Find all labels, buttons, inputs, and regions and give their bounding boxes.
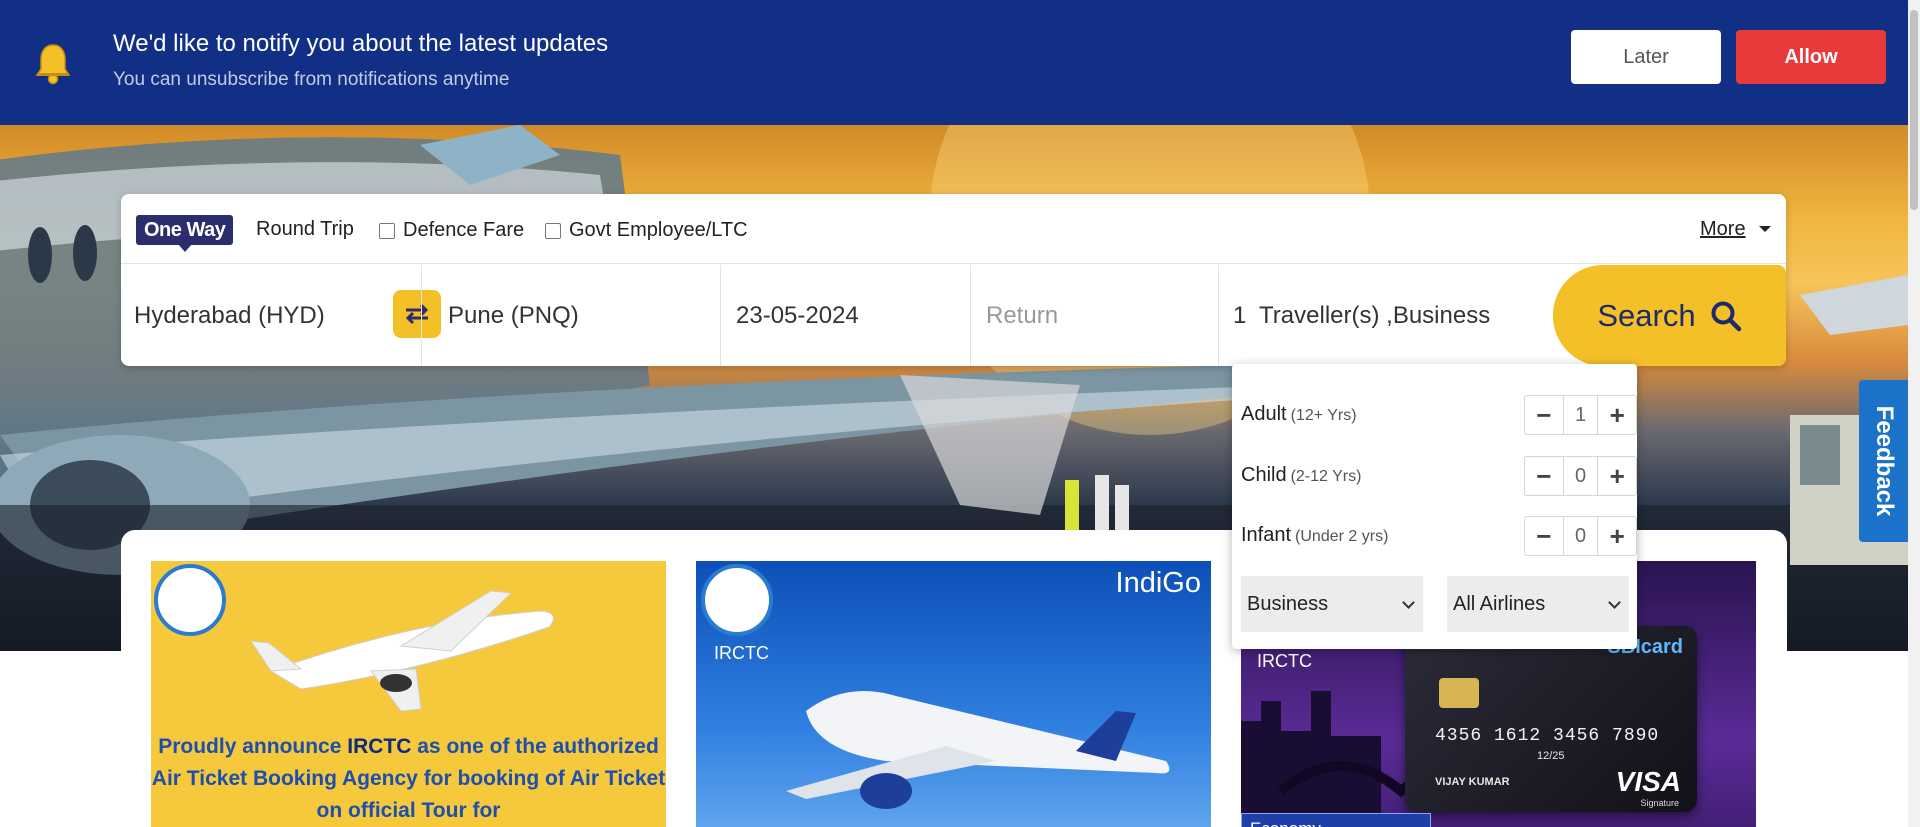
adult-stepper: − 1 + xyxy=(1524,395,1637,435)
later-button[interactable]: Later xyxy=(1571,30,1721,84)
economy-tag: Economy xyxy=(1241,813,1431,827)
depart-date-field[interactable]: 23-05-2024 xyxy=(723,265,971,366)
tab-one-way[interactable]: One Way xyxy=(136,215,234,252)
defence-fare-checkbox[interactable]: Defence Fare xyxy=(379,219,524,242)
cabin-class-select[interactable]: Business xyxy=(1241,576,1423,632)
plus-icon[interactable]: + xyxy=(1598,517,1636,555)
infant-stepper: − 0 + xyxy=(1524,516,1637,556)
field-divider xyxy=(421,265,422,366)
airline-select[interactable]: All Airlines xyxy=(1447,576,1629,632)
scrollbar-thumb[interactable] xyxy=(1910,10,1918,210)
field-divider xyxy=(720,265,721,366)
feedback-label: Feedback xyxy=(1870,405,1898,517)
promo-card-indigo[interactable]: IRCTC IndiGo xyxy=(696,561,1211,827)
adult-count[interactable]: 1 xyxy=(1562,396,1599,434)
chevron-down-icon xyxy=(1608,596,1621,609)
airline-value: All Airlines xyxy=(1453,593,1546,615)
adult-label: Adult xyxy=(1241,403,1287,425)
child-count[interactable]: 0 xyxy=(1562,457,1599,495)
card-expiry: 12/25 xyxy=(1537,750,1565,762)
notification-subtitle: You can unsubscribe from notifications a… xyxy=(113,69,510,90)
checkbox-box[interactable] xyxy=(545,222,561,239)
adult-row: Adult (12+ Yrs) − 1 + xyxy=(1241,395,1637,435)
infant-label-group: Infant (Under 2 yrs) xyxy=(1241,524,1388,547)
card1-announcement-text: Proudly announce IRCTC as one of the aut… xyxy=(151,731,666,827)
checkbox-box[interactable] xyxy=(379,222,395,239)
plus-icon[interactable]: + xyxy=(1598,457,1636,495)
card1-text-prefix: Proudly announce xyxy=(158,735,348,758)
child-age-note: (2-12 Yrs) xyxy=(1290,468,1362,485)
child-label-group: Child (2-12 Yrs) xyxy=(1241,464,1361,487)
search-icon xyxy=(1711,301,1741,331)
card-holder: VIJAY KUMAR xyxy=(1435,776,1510,788)
flight-search-panel: One Way Round Trip Defence Fare Govt Emp… xyxy=(121,194,1786,366)
govt-employee-label: Govt Employee/LTC xyxy=(569,219,748,241)
from-field[interactable]: Hyderabad (HYD) xyxy=(121,265,421,366)
allow-button[interactable]: Allow xyxy=(1736,30,1886,84)
travellers-dropdown: Adult (12+ Yrs) − 1 + Child (2-12 Yrs) − 0… xyxy=(1232,364,1637,649)
to-field[interactable]: Pune (PNQ) xyxy=(435,265,719,366)
swap-icon[interactable] xyxy=(393,290,441,338)
caret-down-icon[interactable] xyxy=(1759,226,1771,232)
more-options-link[interactable]: More xyxy=(1700,218,1746,241)
cabin-class-value: Business xyxy=(1247,593,1329,615)
minus-icon[interactable]: − xyxy=(1525,517,1563,555)
card1-text-brand: IRCTC xyxy=(347,735,412,758)
promo-card-irctc-announcement[interactable]: Proudly announce IRCTC as one of the aut… xyxy=(151,561,666,827)
field-divider xyxy=(1218,265,1219,366)
child-row: Child (2-12 Yrs) − 0 + xyxy=(1241,456,1637,496)
search-fields-row: Hyderabad (HYD) Pune (PNQ) 23-05-2024 Re… xyxy=(121,265,1786,366)
infant-label: Infant xyxy=(1241,524,1292,546)
return-date-field[interactable]: Return xyxy=(973,265,1219,366)
visa-signature-label: Signature xyxy=(1640,798,1679,808)
credit-card-image: SBIcard 4356 1612 3456 7890 12/25 VIJAY … xyxy=(1405,626,1697,812)
indigo-airplane-icon xyxy=(786,691,1170,809)
search-button-label: Search xyxy=(1597,297,1696,333)
notification-bar: We'd like to notify you about the latest… xyxy=(0,0,1908,125)
minus-icon[interactable]: − xyxy=(1525,457,1563,495)
visa-logo: VISA xyxy=(1615,766,1681,797)
child-label: Child xyxy=(1241,464,1287,486)
adult-age-note: (12+ Yrs) xyxy=(1290,407,1357,424)
infant-row: Infant (Under 2 yrs) − 0 + xyxy=(1241,516,1637,556)
feedback-tab[interactable]: Feedback xyxy=(1859,380,1908,542)
notification-title: We'd like to notify you about the latest… xyxy=(113,30,609,57)
card-number: 4356 1612 3456 7890 xyxy=(1435,726,1660,746)
infant-age-note: (Under 2 yrs) xyxy=(1295,528,1389,545)
airplane-icon xyxy=(249,590,554,712)
tab-round-trip[interactable]: Round Trip xyxy=(256,218,354,241)
infant-count[interactable]: 0 xyxy=(1562,517,1599,555)
field-divider xyxy=(970,265,971,366)
bell-icon xyxy=(35,44,71,85)
travellers-count: 1 xyxy=(1233,302,1247,329)
travellers-field[interactable]: 1 Traveller(s) ,Business xyxy=(1220,265,1550,366)
chevron-down-icon xyxy=(1402,596,1415,609)
defence-fare-label: Defence Fare xyxy=(403,219,525,241)
search-button[interactable]: Search xyxy=(1553,265,1786,366)
trip-type-row: One Way Round Trip Defence Fare Govt Emp… xyxy=(121,194,1786,264)
govt-employee-checkbox[interactable]: Govt Employee/LTC xyxy=(545,219,748,242)
plus-icon[interactable]: + xyxy=(1598,396,1636,434)
minus-icon[interactable]: − xyxy=(1525,396,1563,434)
chip-icon xyxy=(1439,678,1479,708)
child-stepper: − 0 + xyxy=(1524,456,1637,496)
travellers-summary: Traveller(s) ,Business xyxy=(1259,302,1491,329)
adult-label-group: Adult (12+ Yrs) xyxy=(1241,403,1357,426)
